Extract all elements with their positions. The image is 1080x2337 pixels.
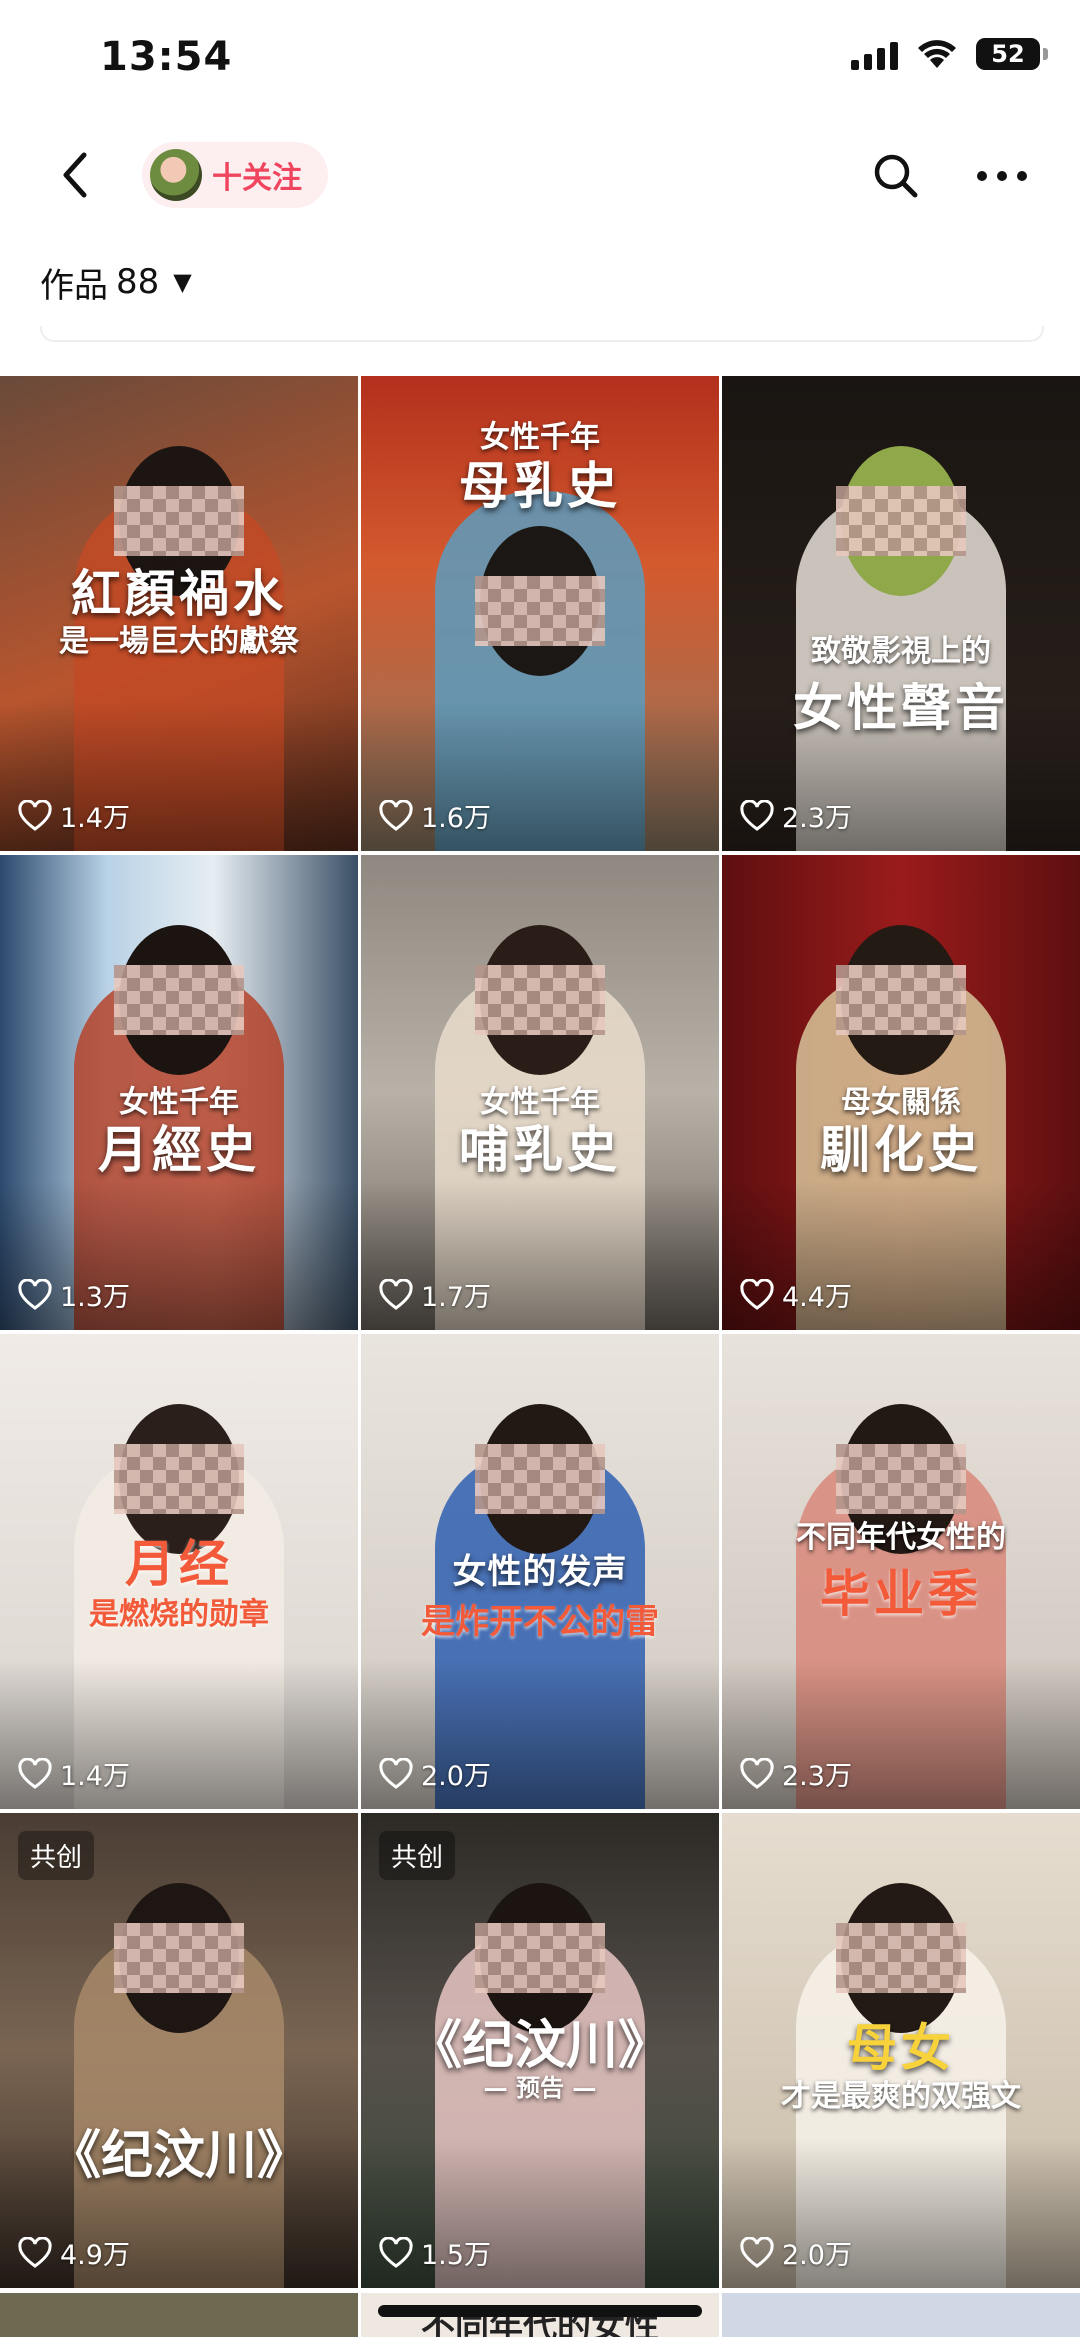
video-tile[interactable]: 女性千年 月經史 1.3万 [0,855,358,1330]
like-count-value: 2.3万 [782,1761,852,1792]
like-count-value: 1.3万 [60,1282,130,1313]
like-count-value: 1.7万 [421,1282,491,1313]
heart-icon [18,1278,52,1310]
like-count-value: 2.3万 [782,803,852,834]
tile-title: 女性的发声 [452,1552,628,1592]
heart-icon [379,1278,413,1310]
like-count-value: 1.4万 [60,1761,130,1792]
follow-button[interactable]: 十关注 [142,142,328,208]
video-tile[interactable]: 月经 是燃烧的勋章 1.4万 [0,1334,358,1809]
wifi-icon [918,40,956,68]
like-count-value: 2.0万 [421,1761,491,1792]
status-bar: 13:54 52 [0,0,1080,120]
tile-subtitle: 是炸开不公的雷 [421,1602,659,1642]
tile-title: 女性聲音 [793,678,1009,737]
video-tile[interactable]: 不同年代女性的 毕业季 2.3万 [722,1334,1080,1809]
more-dots-icon[interactable] [972,148,1032,204]
tile-title: 母乳史 [459,456,621,515]
tile-title: 哺乳史 [459,1120,621,1179]
tile-title: 月經史 [98,1120,260,1179]
video-tile[interactable]: 女性千年 哺乳史 1.7万 [361,855,719,1330]
video-tile[interactable]: 母女關係 馴化史 4.4万 [722,855,1080,1330]
tile-title-top: 致敬影視上的 [811,634,991,669]
heart-icon [379,2236,413,2268]
search-icon[interactable] [868,148,924,204]
tile-title: 月经 [125,1534,233,1593]
heart-icon [379,1757,413,1789]
tile-title: 《纪汶川》 [48,2125,309,2186]
tile-title-top: 不同年代女性的 [796,1520,1006,1555]
back-chevron-icon[interactable] [48,145,108,205]
home-indicator[interactable] [378,2305,702,2317]
like-count: 1.7万 [379,1275,491,1314]
tile-subtitle: 是一場巨大的獻祭 [59,624,299,659]
heart-icon [740,2236,774,2268]
heart-icon [740,1757,774,1789]
video-tile-partial[interactable] [722,2293,1080,2337]
co-creation-badge: 共创 [379,1831,456,1880]
video-tile[interactable]: 女性千年 母乳史 1.6万 [361,376,719,851]
video-tile[interactable]: 母女 才是最爽的双强文 2.0万 [722,1813,1080,2288]
like-count-value: 1.4万 [60,803,130,834]
tile-title: 馴化史 [820,1120,982,1179]
works-label: 作品 [40,265,108,306]
video-tile-partial[interactable] [0,2293,358,2337]
battery-icon: 52 [976,38,1048,70]
tile-title: 《纪汶川》 [409,2015,670,2076]
heart-icon [18,1757,52,1789]
like-count-value: 1.6万 [421,803,491,834]
like-count: 2.3万 [740,1754,852,1793]
status-time: 13:54 [100,34,233,80]
heart-icon [379,799,413,831]
tile-title: 母女 [847,2018,955,2077]
profile-header: 十关注 [0,120,1080,230]
caret-down-icon: ▼ [173,268,192,296]
like-count: 1.4万 [18,1754,130,1793]
like-count: 1.5万 [379,2233,491,2272]
video-grid: 紅顏禍水 是一場巨大的獻祭 1.4万 女性千年 母乳史 1.6万 致敬影視上的 … [0,376,1080,2288]
tile-subtitle: — 预告 — [483,2073,597,2102]
like-count: 2.3万 [740,796,852,835]
like-count: 1.4万 [18,796,130,835]
video-tile[interactable]: 共创 《纪汶川》 — 预告 — 1.5万 [361,1813,719,2288]
follow-label: 十关注 [212,161,302,196]
heart-icon [18,2236,52,2268]
like-count: 4.9万 [18,2233,130,2272]
heart-icon [18,799,52,831]
video-tile[interactable]: 致敬影視上的 女性聲音 2.3万 [722,376,1080,851]
divider [40,326,1044,342]
like-count-value: 2.0万 [782,2240,852,2271]
tile-subtitle: 才是最爽的双强文 [781,2079,1021,2114]
cellular-signal-icon [851,38,898,70]
like-count: 2.0万 [379,1754,491,1793]
tile-subtitle: 是燃烧的勋章 [89,1597,269,1632]
like-count-value: 4.4万 [782,1282,852,1313]
avatar[interactable] [150,149,202,201]
video-tile[interactable]: 共创 《纪汶川》 4.9万 [0,1813,358,2288]
like-count: 2.0万 [740,2233,852,2272]
like-count: 4.4万 [740,1275,852,1314]
video-tile[interactable]: 女性的发声 是炸开不公的雷 2.0万 [361,1334,719,1809]
like-count: 1.3万 [18,1275,130,1314]
like-count: 1.6万 [379,796,491,835]
like-count-value: 4.9万 [60,2240,130,2271]
video-tile[interactable]: 紅顏禍水 是一場巨大的獻祭 1.4万 [0,376,358,851]
co-creation-badge: 共创 [18,1831,95,1880]
heart-icon [740,1278,774,1310]
tile-title: 毕业季 [820,1564,982,1623]
works-count: 88 [116,262,160,302]
heart-icon [740,799,774,831]
works-filter[interactable]: 作品 88 ▼ [40,252,192,312]
like-count-value: 1.5万 [421,2240,491,2271]
